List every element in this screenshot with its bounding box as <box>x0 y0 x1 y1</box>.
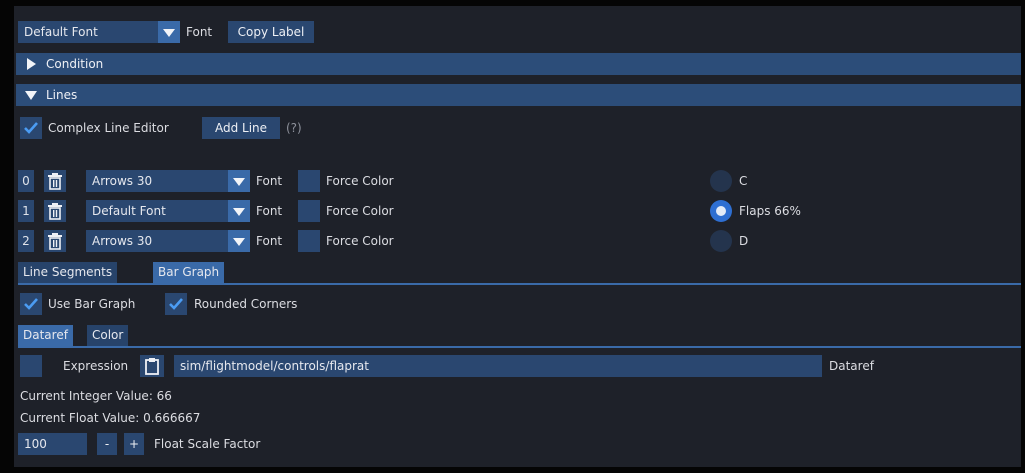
line-font-label: Font <box>256 234 283 248</box>
clipboard-icon <box>145 358 159 375</box>
copy-label-button[interactable]: Copy Label <box>228 21 314 43</box>
line-tabs-underline <box>18 283 1021 285</box>
delete-line-button[interactable] <box>44 200 66 222</box>
trash-icon <box>48 203 62 220</box>
app-window: Default Font Font Copy Label Condition L… <box>0 0 1025 473</box>
line-index: 0 <box>18 170 34 192</box>
dataref-path-value: sim/flightmodel/controls/flaprat <box>180 359 369 373</box>
decrement-button[interactable]: - <box>97 433 117 455</box>
use-bar-graph-checkbox[interactable] <box>20 293 42 315</box>
paste-button[interactable] <box>140 355 164 377</box>
expression-checkbox[interactable] <box>20 355 42 377</box>
force-color-label: Force Color <box>326 174 394 188</box>
font-combo[interactable]: Default Font <box>18 21 180 43</box>
line-radio-label: Flaps 66% <box>739 204 801 218</box>
line-font-label: Font <box>256 204 283 218</box>
tab-line-segments[interactable]: Line Segments <box>18 262 118 283</box>
label-editor-panel: Default Font Font Copy Label Condition L… <box>14 6 1021 467</box>
condition-header-label: Condition <box>46 57 104 71</box>
line-radio[interactable] <box>710 200 732 222</box>
rounded-corners-label: Rounded Corners <box>194 297 298 311</box>
bar-tabs-underline <box>18 346 1021 348</box>
radio-dot-icon <box>716 206 726 216</box>
dataref-label: Dataref <box>829 359 874 373</box>
current-integer-value: Current Integer Value: 66 <box>20 389 172 403</box>
complex-line-editor-checkbox[interactable] <box>20 117 42 139</box>
force-color-label: Force Color <box>326 204 394 218</box>
complex-line-editor-label: Complex Line Editor <box>48 121 169 135</box>
line-font-combo[interactable]: Arrows 30 <box>86 230 250 252</box>
line-radio-label: C <box>739 174 748 188</box>
condition-section-header[interactable]: Condition <box>16 53 1021 75</box>
checkmark-icon <box>24 122 38 134</box>
dataref-path-input[interactable]: sim/flightmodel/controls/flaprat <box>174 355 822 377</box>
force-color-checkbox[interactable] <box>298 200 320 222</box>
expand-right-icon <box>27 58 36 70</box>
help-marker[interactable]: (?) <box>286 118 302 138</box>
float-scale-label: Float Scale Factor <box>154 437 261 451</box>
tab-dataref[interactable]: Dataref <box>18 325 73 346</box>
window-border-bottom <box>0 467 1025 473</box>
expression-label: Expression <box>63 359 129 373</box>
checkmark-icon <box>24 298 38 310</box>
use-bar-graph-label: Use Bar Graph <box>48 297 136 311</box>
line-font-value: Arrows 30 <box>92 234 153 248</box>
collapse-down-icon <box>25 91 37 100</box>
lines-header-label: Lines <box>46 88 78 102</box>
font-label: Font <box>186 25 213 39</box>
font-combo-value: Default Font <box>24 25 98 39</box>
chevron-down-icon[interactable] <box>228 230 250 252</box>
line-font-value: Arrows 30 <box>92 174 153 188</box>
delete-line-button[interactable] <box>44 230 66 252</box>
rounded-corners-checkbox[interactable] <box>165 293 187 315</box>
lines-section-header[interactable]: Lines <box>16 84 1021 106</box>
force-color-checkbox[interactable] <box>298 230 320 252</box>
line-radio[interactable] <box>710 170 732 192</box>
line-index: 2 <box>18 230 34 252</box>
line-font-label: Font <box>256 174 283 188</box>
line-font-combo[interactable]: Default Font <box>86 200 250 222</box>
trash-icon <box>48 173 62 190</box>
line-radio-label: D <box>739 234 749 248</box>
line-font-value: Default Font <box>92 204 166 218</box>
chevron-down-icon[interactable] <box>228 170 250 192</box>
tab-bar-graph[interactable]: Bar Graph <box>153 262 225 283</box>
window-border-left <box>0 0 14 473</box>
line-index: 1 <box>18 200 34 222</box>
chevron-down-icon[interactable] <box>228 200 250 222</box>
increment-button[interactable]: + <box>124 433 144 455</box>
line-font-combo[interactable]: Arrows 30 <box>86 170 250 192</box>
current-float-value: Current Float Value: 0.666667 <box>20 411 201 425</box>
tab-color[interactable]: Color <box>87 325 129 346</box>
checkmark-icon <box>169 298 183 310</box>
add-line-button[interactable]: Add Line <box>202 117 280 139</box>
line-radio[interactable] <box>710 230 732 252</box>
delete-line-button[interactable] <box>44 170 66 192</box>
float-scale-input[interactable]: 100 <box>18 433 87 455</box>
force-color-label: Force Color <box>326 234 394 248</box>
float-scale-value: 100 <box>24 437 47 451</box>
trash-icon <box>48 233 62 250</box>
chevron-down-icon[interactable] <box>158 21 180 43</box>
force-color-checkbox[interactable] <box>298 170 320 192</box>
window-border-right <box>1021 0 1025 473</box>
